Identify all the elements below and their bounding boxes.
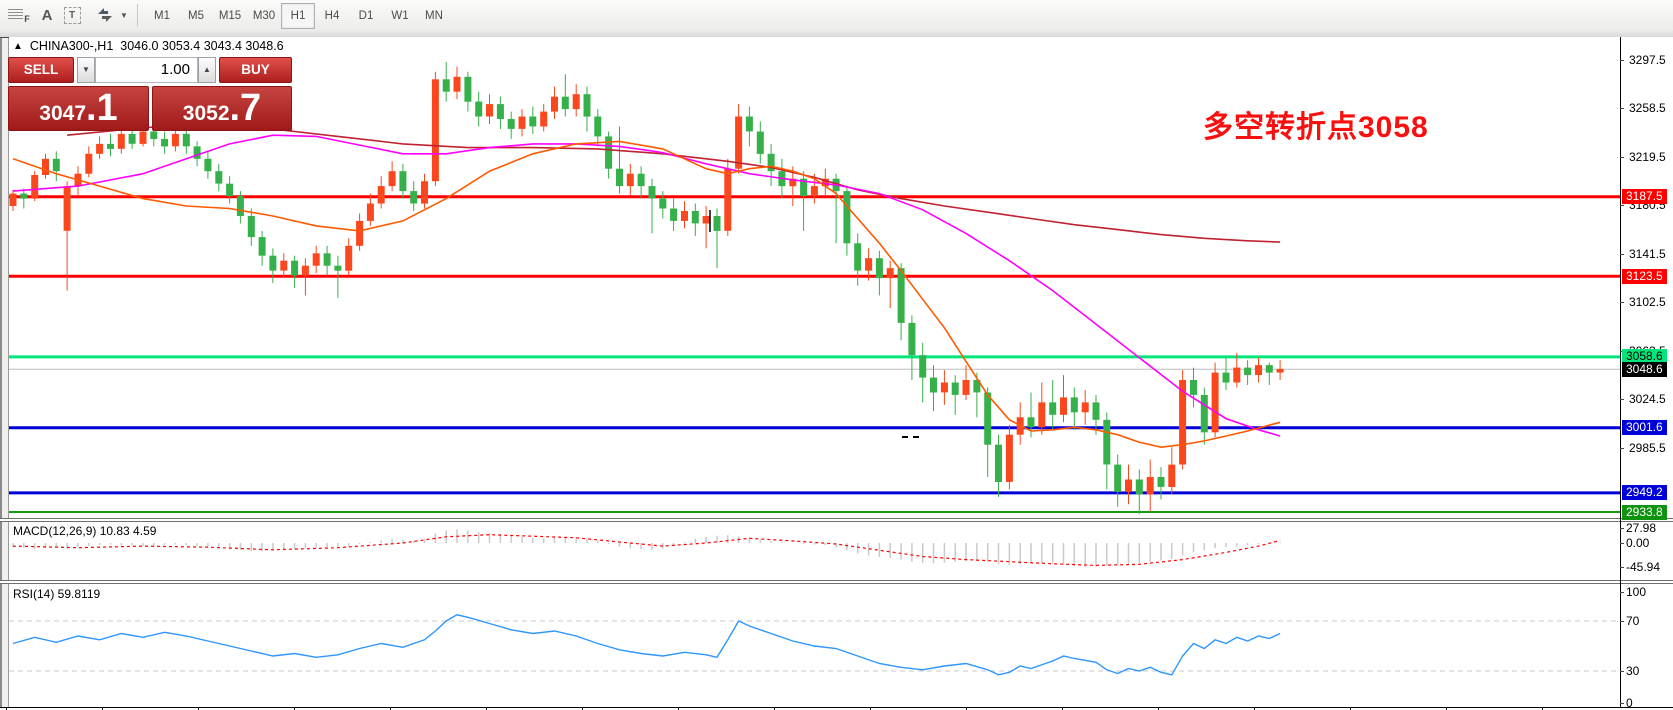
buy-button[interactable]: BUY [219,57,292,83]
timeframe-W1[interactable]: W1 [383,3,417,29]
price-tick-label: 3141.5 [1629,247,1666,261]
macd-indicator-chart [9,522,1620,580]
buy-price-box[interactable]: 3052 .7 [152,86,292,131]
buy-price-frac: .7 [230,87,262,130]
timeframe-MN[interactable]: MN [417,3,451,29]
price-level-badge: 3187.5 [1622,189,1667,204]
timeframe-H1[interactable]: H1 [281,3,315,29]
symbol-name: CHINA300-,H1 [30,39,113,53]
dotted-lines-glyph [8,9,23,21]
spin-down-icon: ▼ [82,65,90,74]
rsi-tick-label: 30 [1626,664,1639,678]
timeframe-M1[interactable]: M1 [145,3,179,29]
fibo-lines-icon[interactable]: F [8,3,30,27]
text-box-tool-icon[interactable]: T [62,3,82,27]
macd-tickmark [1620,543,1624,544]
one-click-trade-panel: SELL ▼ 1.00 ▲ BUY 3047 .1 3052 .7 [8,57,292,131]
timeframe-D1[interactable]: D1 [349,3,383,29]
macd-tick-label: 0.00 [1626,536,1649,550]
rsi-label: RSI(14) 59.8119 [13,587,100,601]
rsi-tick-label: 100 [1626,585,1646,599]
volume-decrease-button[interactable]: ▼ [77,57,95,83]
rsi-tickmark [1620,703,1624,704]
rsi-indicator-chart [9,584,1620,707]
price-tick-label: 3102.5 [1629,295,1666,309]
collapse-panel-arrow[interactable]: ▲ [13,41,23,52]
sell-price-main: 3047 [39,93,86,135]
price-tick-label: 3024.5 [1629,392,1666,406]
price-level-badge: 3048.6 [1622,362,1667,377]
price-tickmark [1620,448,1624,449]
panel-splitter-rsi[interactable] [0,580,1673,584]
diagonal-arrows-glyph [96,7,114,23]
price-tickmark [1620,302,1624,303]
macd-label: MACD(12,26,9) 10.83 4.59 [13,524,156,538]
volume-increase-button[interactable]: ▲ [198,57,216,83]
timeframe-M30[interactable]: M30 [247,3,281,29]
price-tickmark [1620,399,1624,400]
axis-border [1620,37,1621,707]
price-level-badge: 3001.6 [1622,420,1667,435]
price-tickmark [1620,205,1624,206]
timeframe-M15[interactable]: M15 [213,3,247,29]
macd-tick-label: 27.98 [1626,521,1656,535]
f-glyph: F [24,14,30,24]
top-toolbar: F A T ▼ M1M5M15M30H1H4D1W1MN [0,0,1673,31]
price-tick-label: 3297.5 [1629,53,1666,67]
timeframe-H4[interactable]: H4 [315,3,349,29]
macd-tick-label: -45.94 [1626,560,1660,574]
buy-price-main: 3052 [183,93,230,135]
price-tick-label: 2985.5 [1629,441,1666,455]
price-tickmark [1620,108,1624,109]
text-label-tool-icon[interactable]: A [38,3,56,27]
rsi-tickmark [1620,592,1624,593]
price-tickmark [1620,157,1624,158]
annotation-text: 多空转折点3058 [1203,102,1429,146]
volume-input[interactable]: 1.00 [95,57,198,83]
price-level-badge: 3123.5 [1622,269,1667,284]
sell-button[interactable]: SELL [8,57,74,83]
arrange-objects-icon[interactable] [94,3,116,27]
sell-price-box[interactable]: 3047 .1 [8,86,149,131]
price-tickmark [1620,60,1624,61]
rsi-tick-label: 70 [1626,614,1639,628]
chevron-down-icon[interactable]: ▼ [118,3,130,27]
spin-up-icon: ▲ [203,65,211,74]
symbol-ohlc-header: ▲ CHINA300-,H1 3046.0 3053.4 3043.4 3048… [13,39,284,53]
price-tick-label: 3258.5 [1629,101,1666,115]
rsi-tick-label: 0 [1626,696,1633,710]
toolbar-separator [137,4,138,26]
timeframe-M5[interactable]: M5 [179,3,213,29]
timeframe-group: M1M5M15M30H1H4D1W1MN [145,3,451,27]
window-left-border [0,30,9,710]
mt4-trading-window: F A T ▼ M1M5M15M30H1H4D1W1MN [0,0,1673,710]
panel-splitter-macd[interactable] [0,518,1673,522]
sell-price-frac: .1 [86,87,118,130]
rsi-tickmark [1620,621,1624,622]
rsi-tickmark [1620,671,1624,672]
price-tick-label: 3219.5 [1629,150,1666,164]
macd-tickmark [1620,528,1624,529]
price-level-badge: 2933.8 [1622,505,1667,520]
macd-tickmark [1620,567,1624,568]
price-tickmark [1620,254,1624,255]
price-level-badge: 2949.2 [1622,485,1667,500]
ohlc-values: 3046.0 3053.4 3043.4 3048.6 [120,39,283,53]
